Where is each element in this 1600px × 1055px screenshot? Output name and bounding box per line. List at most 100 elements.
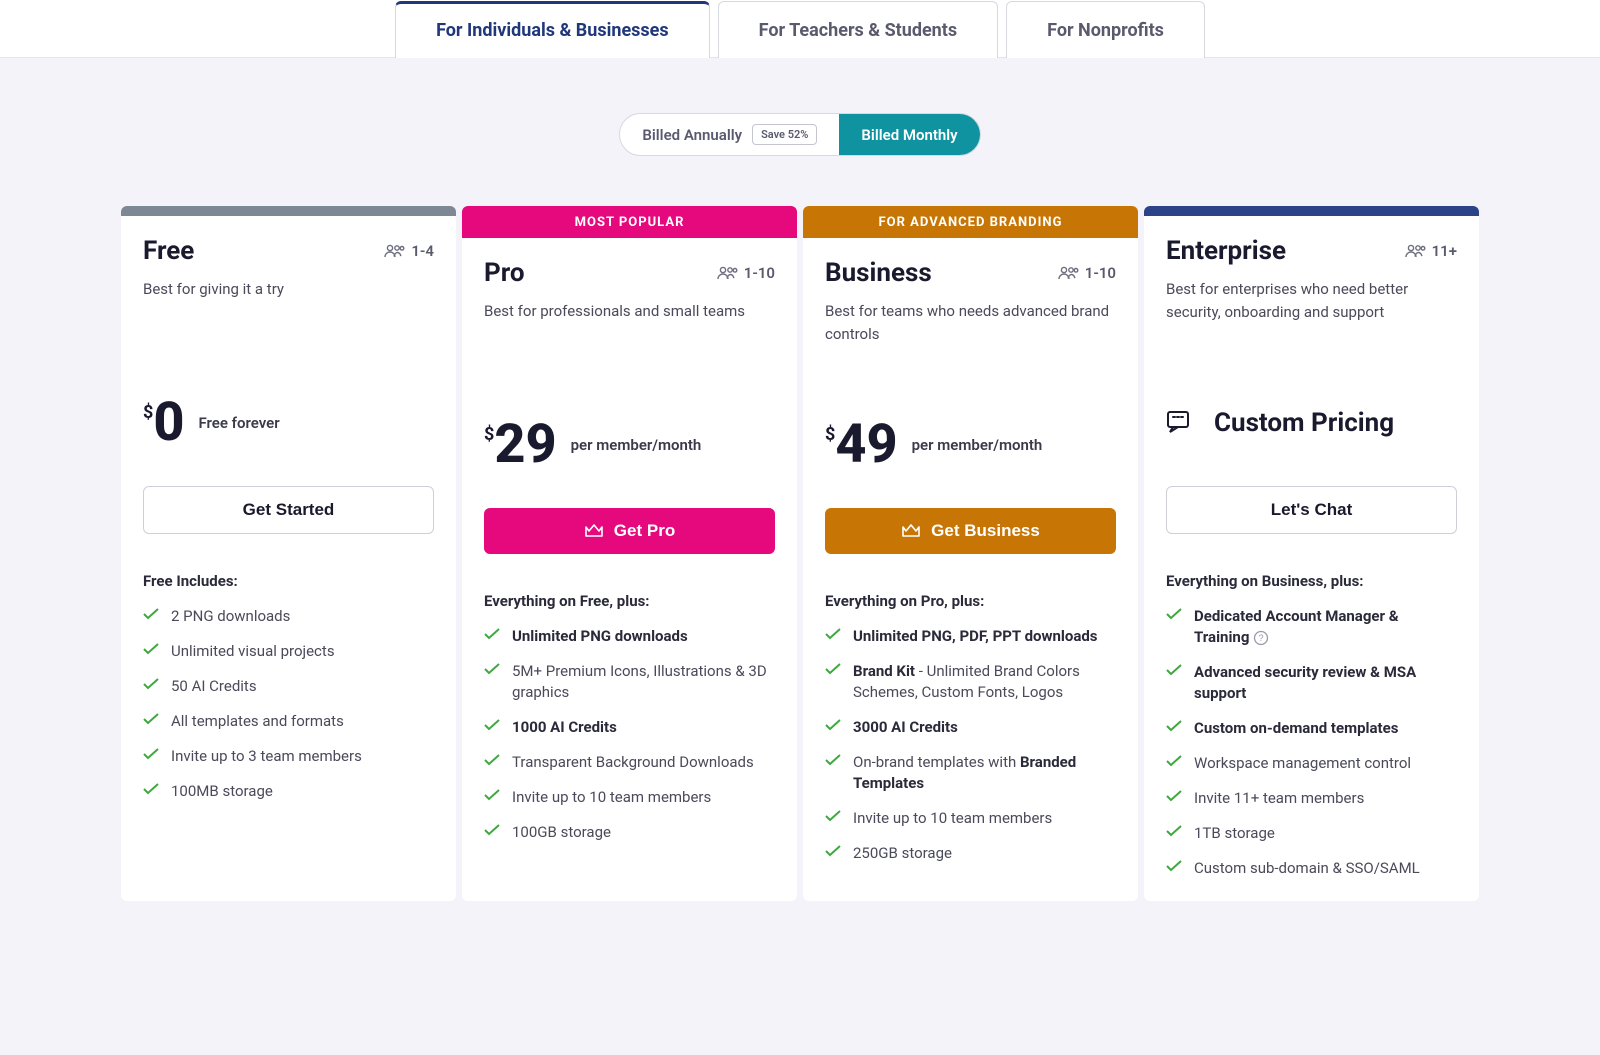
plan-enterprise-desc: Best for enterprises who need better sec… [1166, 278, 1457, 368]
list-item: Workspace management control [1166, 753, 1457, 774]
check-icon [1166, 608, 1182, 620]
plan-pro-features: Unlimited PNG downloads 5M+ Premium Icon… [484, 626, 775, 843]
plan-free-seats-text: 1-4 [411, 242, 434, 260]
plan-business-seats-text: 1-10 [1085, 264, 1116, 282]
get-started-button[interactable]: Get Started [143, 486, 434, 534]
plan-pro-name: Pro [484, 258, 525, 288]
list-item: Custom sub-domain & SSO/SAML [1166, 858, 1457, 879]
list-item: 50 AI Credits [143, 676, 434, 697]
get-pro-label: Get Pro [614, 521, 675, 541]
plan-business-seats: 1-10 [1057, 264, 1116, 282]
plan-business: FOR ADVANCED BRANDING Business 1-10 Best… [803, 206, 1138, 901]
check-icon [1166, 790, 1182, 802]
lets-chat-button[interactable]: Let's Chat [1166, 486, 1457, 534]
list-item: 1TB storage [1166, 823, 1457, 844]
users-icon [1057, 266, 1079, 280]
plan-free-features-heading: Free Includes: [143, 572, 434, 590]
help-icon[interactable]: ? [1253, 630, 1269, 646]
plan-free-topbar [121, 206, 456, 216]
billing-toggle: Billed Annually Save 52% Billed Monthly [619, 113, 980, 156]
check-icon [484, 789, 500, 801]
plan-free: Free 1-4 Best for giving it a try $ 0 Fr… [121, 206, 456, 901]
billing-monthly[interactable]: Billed Monthly [839, 114, 979, 155]
list-item: Brand Kit - Unlimited Brand Colors Schem… [825, 661, 1116, 703]
check-icon [1166, 755, 1182, 767]
plan-free-features: 2 PNG downloads Unlimited visual project… [143, 606, 434, 802]
list-item: All templates and formats [143, 711, 434, 732]
check-icon [825, 810, 841, 822]
plan-enterprise-topbar [1144, 206, 1479, 216]
billing-annually-label: Billed Annually [642, 126, 742, 144]
plan-free-currency: $ [143, 402, 153, 423]
users-icon [716, 266, 738, 280]
list-item: 1000 AI Credits [484, 717, 775, 738]
list-item: Invite up to 3 team members [143, 746, 434, 767]
tab-teachers-students[interactable]: For Teachers & Students [718, 1, 999, 58]
plan-business-amount: 49 [835, 418, 897, 472]
plan-free-name: Free [143, 236, 194, 266]
save-badge: Save 52% [752, 124, 817, 145]
list-item: Invite 11+ team members [1166, 788, 1457, 809]
list-item: Unlimited PNG downloads [484, 626, 775, 647]
plan-pro-amount: 29 [494, 418, 556, 472]
plan-enterprise-name: Enterprise [1166, 236, 1286, 266]
plan-pro-seats-text: 1-10 [744, 264, 775, 282]
check-icon [143, 713, 159, 725]
check-icon [1166, 860, 1182, 872]
crown-icon [584, 523, 604, 539]
plan-pro: MOST POPULAR Pro 1-10 Best for professio… [462, 206, 797, 901]
tab-individuals-businesses[interactable]: For Individuals & Businesses [395, 1, 710, 58]
list-item: Dedicated Account Manager & Training? [1166, 606, 1457, 648]
tab-nonprofits[interactable]: For Nonprofits [1006, 1, 1205, 58]
plan-pro-price: $ 29 [484, 418, 557, 472]
check-icon [484, 719, 500, 731]
list-item: Unlimited PNG, PDF, PPT downloads [825, 626, 1116, 647]
check-icon [1166, 825, 1182, 837]
check-icon [825, 754, 841, 766]
list-item: 100GB storage [484, 822, 775, 843]
check-icon [484, 663, 500, 675]
check-icon [825, 663, 841, 675]
plan-free-price: $ 0 [143, 396, 184, 450]
get-pro-button[interactable]: Get Pro [484, 508, 775, 554]
check-icon [143, 643, 159, 655]
plan-business-features: Unlimited PNG, PDF, PPT downloads Brand … [825, 626, 1116, 864]
plan-business-currency: $ [825, 424, 835, 445]
list-item: 3000 AI Credits [825, 717, 1116, 738]
plan-pro-features-heading: Everything on Free, plus: [484, 592, 775, 610]
list-item: 100MB storage [143, 781, 434, 802]
list-item: Transparent Background Downloads [484, 752, 775, 773]
plan-pro-price-note: per member/month [571, 436, 702, 454]
plan-free-amount: 0 [153, 396, 184, 450]
list-item: Invite up to 10 team members [825, 808, 1116, 829]
users-icon [1404, 244, 1426, 258]
check-icon [143, 608, 159, 620]
plan-free-desc: Best for giving it a try [143, 278, 434, 368]
check-icon [825, 719, 841, 731]
custom-pricing-label: Custom Pricing [1214, 408, 1394, 438]
plan-enterprise-features-heading: Everything on Business, plus: [1166, 572, 1457, 590]
plan-pro-topbar: MOST POPULAR [462, 206, 797, 238]
svg-text:?: ? [1259, 633, 1264, 643]
get-business-label: Get Business [931, 521, 1040, 541]
billing-annually[interactable]: Billed Annually Save 52% [620, 114, 839, 155]
plan-business-price: $ 49 [825, 418, 898, 472]
list-item: Custom on-demand templates [1166, 718, 1457, 739]
plan-pro-currency: $ [484, 424, 494, 445]
list-item: 5M+ Premium Icons, Illustrations & 3D gr… [484, 661, 775, 703]
plan-enterprise-seats: 11+ [1404, 242, 1457, 260]
plan-enterprise: Enterprise 11+ Best for enterprises who … [1144, 206, 1479, 901]
check-icon [484, 824, 500, 836]
plan-enterprise-features: Dedicated Account Manager & Training? Ad… [1166, 606, 1457, 879]
list-item: 250GB storage [825, 843, 1116, 864]
plan-business-desc: Best for teams who needs advanced brand … [825, 300, 1116, 390]
list-item: 2 PNG downloads [143, 606, 434, 627]
plan-business-features-heading: Everything on Pro, plus: [825, 592, 1116, 610]
check-icon [143, 748, 159, 760]
check-icon [1166, 720, 1182, 732]
plan-business-topbar: FOR ADVANCED BRANDING [803, 206, 1138, 238]
list-item: Invite up to 10 team members [484, 787, 775, 808]
list-item: Advanced security review & MSA support [1166, 662, 1457, 704]
check-icon [484, 754, 500, 766]
get-business-button[interactable]: Get Business [825, 508, 1116, 554]
